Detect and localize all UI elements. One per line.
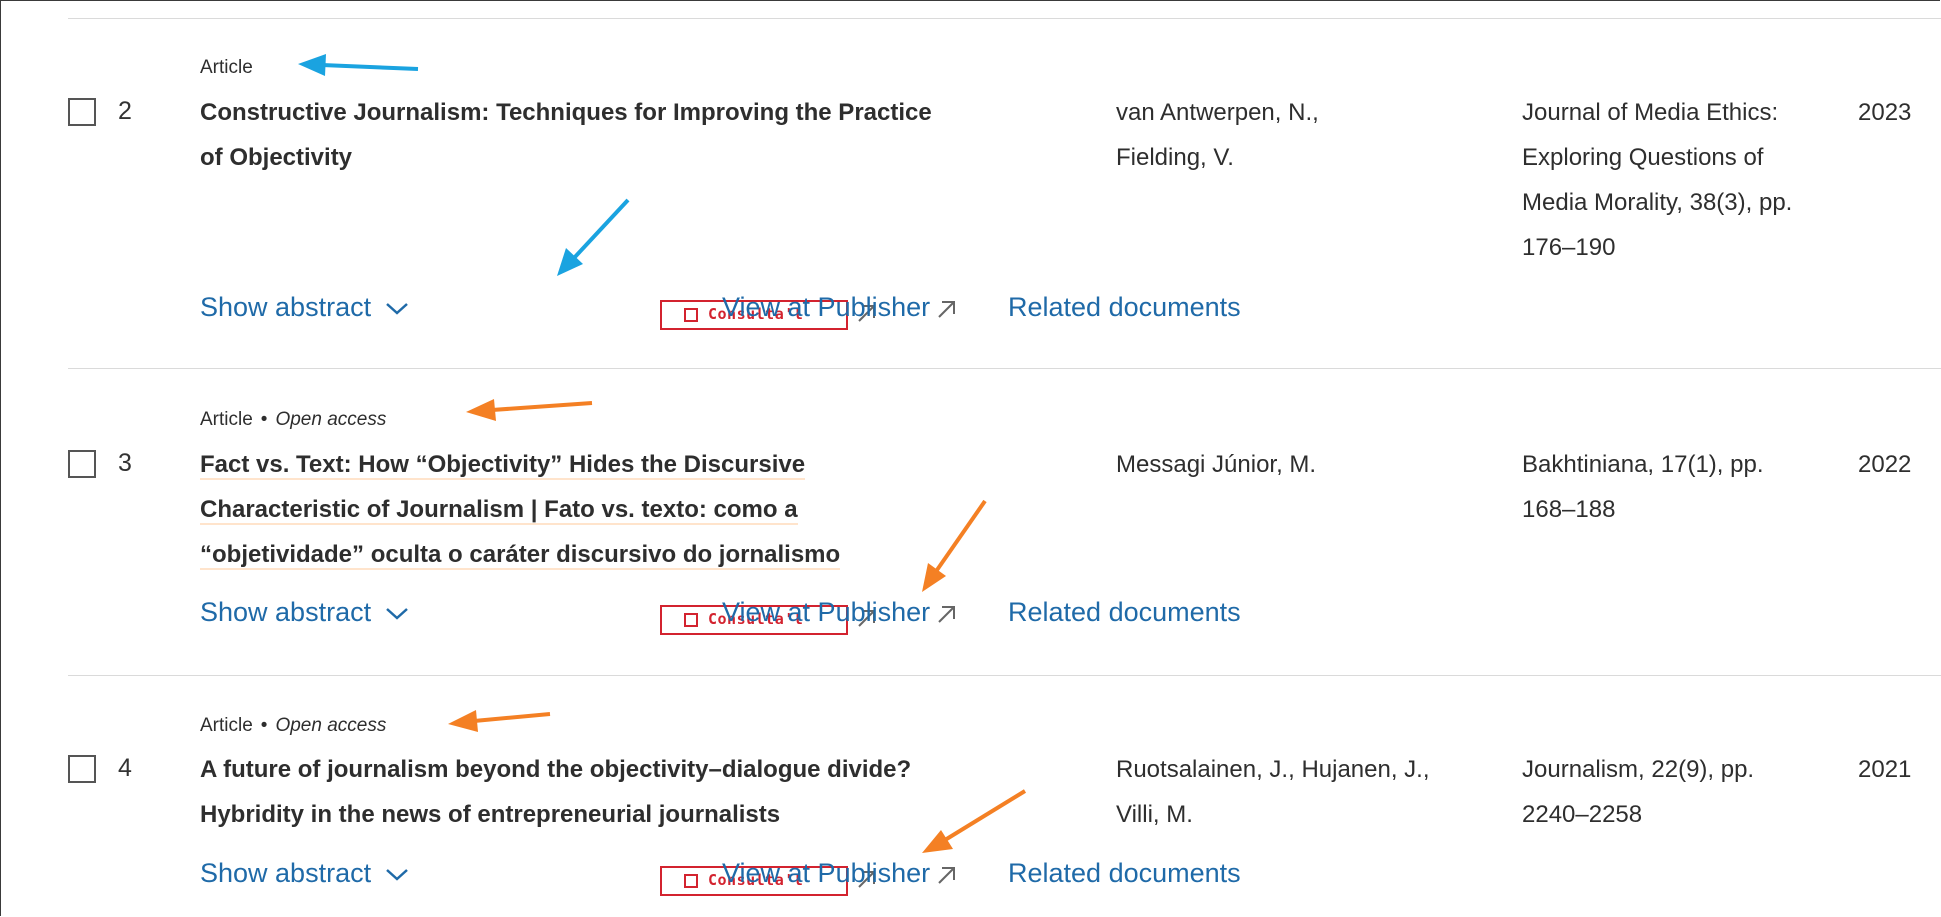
orange-arrow-icon (448, 710, 551, 732)
annotation-arrows-overlay (298, 54, 1027, 853)
blue-arrow-icon (298, 54, 419, 76)
orange-arrow-icon (922, 789, 1027, 853)
blue-arrow-icon (557, 198, 630, 276)
orange-arrow-icon (922, 499, 987, 592)
orange-arrow-icon (466, 399, 593, 421)
